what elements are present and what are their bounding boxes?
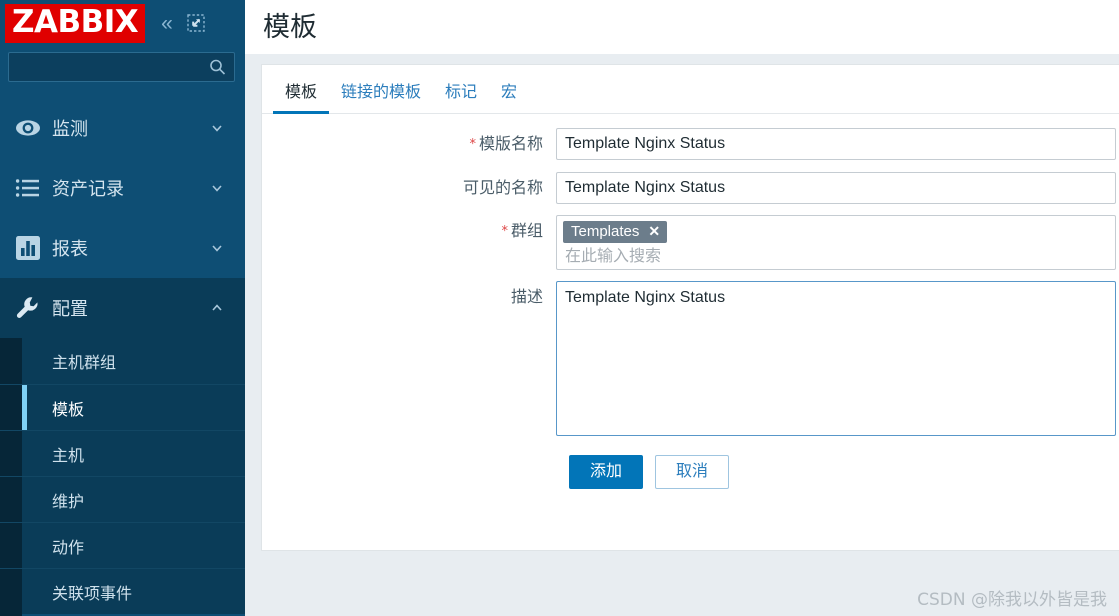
template-name-input[interactable] (556, 128, 1116, 160)
chevron-up-icon[interactable] (211, 302, 223, 314)
description-label: 描述 (262, 281, 556, 313)
sidebar-subitem-label: 模板 (52, 399, 85, 419)
sidebar-header-icons: « (161, 13, 205, 34)
chevron-down-icon[interactable] (211, 122, 223, 134)
form-row-visible-name: 可见的名称 (262, 172, 1119, 204)
sidebar-nav: 监测 资产记录 报表 配置 主机群组 模板 主机 维护 动作 关联项事件 (0, 98, 245, 614)
form-row-template-name: * 模版名称 (262, 128, 1119, 161)
tab-label: 宏 (501, 82, 518, 101)
groups-field-wrap: Templates ✕ (556, 215, 1119, 270)
wrench-icon (10, 295, 46, 321)
search-box[interactable] (8, 52, 235, 82)
watermark: CSDN @除我以外皆是我 (917, 590, 1107, 610)
sidebar-subitem-label: 维护 (52, 491, 85, 511)
group-chip-label: Templates (571, 223, 640, 240)
sidebar-item-label: 资产记录 (52, 179, 124, 200)
groups-multiselect[interactable]: Templates ✕ (556, 215, 1116, 270)
sidebar-item-label: 报表 (52, 239, 88, 260)
visible-name-input[interactable] (556, 172, 1116, 204)
sidebar-item-reports[interactable]: 报表 (0, 218, 245, 278)
sidebar: ZABBIX « 监测 资产记录 报表 配置 主机群组 模板 主机 维护 动作 … (0, 0, 245, 616)
sidebar-item-templates[interactable]: 模板 (0, 384, 245, 430)
tab-tags[interactable]: 标记 (433, 78, 489, 113)
sidebar-item-maintenance[interactable]: 维护 (0, 476, 245, 522)
search-input[interactable] (9, 53, 234, 81)
form-row-groups: * 群组 Templates ✕ (262, 215, 1119, 270)
compact-view-icon[interactable] (187, 14, 205, 32)
tab-label: 链接的模板 (341, 82, 422, 101)
chevron-down-icon[interactable] (211, 182, 223, 194)
sidebar-header: ZABBIX « (0, 0, 245, 46)
groups-label: * 群组 (262, 215, 556, 248)
form-row-description: 描述 Template Nginx Status (262, 281, 1119, 441)
tab-label: 模板 (285, 82, 318, 101)
sidebar-item-label: 配置 (52, 299, 88, 320)
sidebar-subitem-label: 主机 (52, 445, 85, 465)
bar-chart-icon (10, 235, 46, 261)
search-icon[interactable] (209, 59, 226, 76)
label-text: 可见的名称 (462, 178, 543, 197)
sidebar-item-monitoring[interactable]: 监测 (0, 98, 245, 158)
page-header: 模板 (245, 0, 1119, 54)
sidebar-subitem-label: 动作 (52, 537, 85, 557)
sidebar-item-inventory[interactable]: 资产记录 (0, 158, 245, 218)
chevron-down-icon[interactable] (211, 242, 223, 254)
required-marker: * (469, 137, 476, 152)
tab-label: 标记 (445, 82, 478, 101)
add-button[interactable]: 添加 (569, 455, 644, 489)
page-title: 模板 (263, 12, 317, 43)
sidebar-submenu-configuration: 主机群组 模板 主机 维护 动作 关联项事件 (0, 338, 245, 614)
close-icon[interactable]: ✕ (648, 223, 660, 240)
zabbix-logo[interactable]: ZABBIX (5, 3, 146, 43)
sidebar-item-event-correlation[interactable]: 关联项事件 (0, 568, 245, 614)
sidebar-subitem-label: 主机群组 (52, 353, 117, 372)
tab-linked-templates[interactable]: 链接的模板 (329, 78, 433, 113)
sidebar-item-hosts[interactable]: 主机 (0, 430, 245, 476)
eye-icon (10, 119, 46, 137)
description-textarea[interactable]: Template Nginx Status (556, 281, 1116, 436)
required-marker: * (501, 224, 508, 239)
tab-macros[interactable]: 宏 (489, 78, 529, 113)
groups-search-input[interactable] (563, 243, 1109, 265)
chevron-double-left-icon[interactable]: « (161, 13, 173, 34)
group-chip[interactable]: Templates ✕ (563, 221, 668, 243)
sidebar-item-label: 监测 (52, 119, 88, 140)
main-content: 模板 模板 链接的模板 标记 宏 * 模版名称 Template Nginx S… (245, 0, 1119, 616)
visible-name-label: 可见的名称 (262, 172, 556, 204)
label-text: 模版名称 (478, 134, 543, 153)
sidebar-search-wrap (0, 46, 245, 82)
sidebar-item-configuration[interactable]: 配置 (0, 278, 245, 338)
tab-bar: 模板 链接的模板 标记 宏 (262, 65, 1119, 114)
template-name-field-wrap (556, 128, 1119, 160)
description-field-wrap: Template Nginx Status (556, 281, 1119, 441)
template-form: *模版名称 可见的名称 *群组 (262, 114, 1119, 489)
sidebar-subitem-label: 关联项事件 (52, 583, 133, 603)
form-actions: 添加 取消 (262, 455, 1119, 489)
template-name-label: * 模版名称 (262, 128, 556, 161)
sidebar-item-host-groups[interactable]: 主机群组 (0, 338, 245, 384)
template-form-card: 模板 链接的模板 标记 宏 * 模版名称 Template Nginx Stat… (261, 64, 1119, 551)
label-text: 描述 (510, 287, 543, 306)
active-indicator (22, 385, 27, 430)
tab-template[interactable]: 模板 (273, 78, 330, 114)
zabbix-app: ZABBIX « 监测 资产记录 报表 配置 主机群组 模板 主机 维护 动作 … (0, 0, 1119, 616)
cancel-button[interactable]: 取消 (655, 455, 730, 489)
label-text: 群组 (510, 221, 543, 240)
visible-name-field-wrap (556, 172, 1119, 204)
sidebar-item-actions[interactable]: 动作 (0, 522, 245, 568)
list-icon (10, 178, 46, 198)
